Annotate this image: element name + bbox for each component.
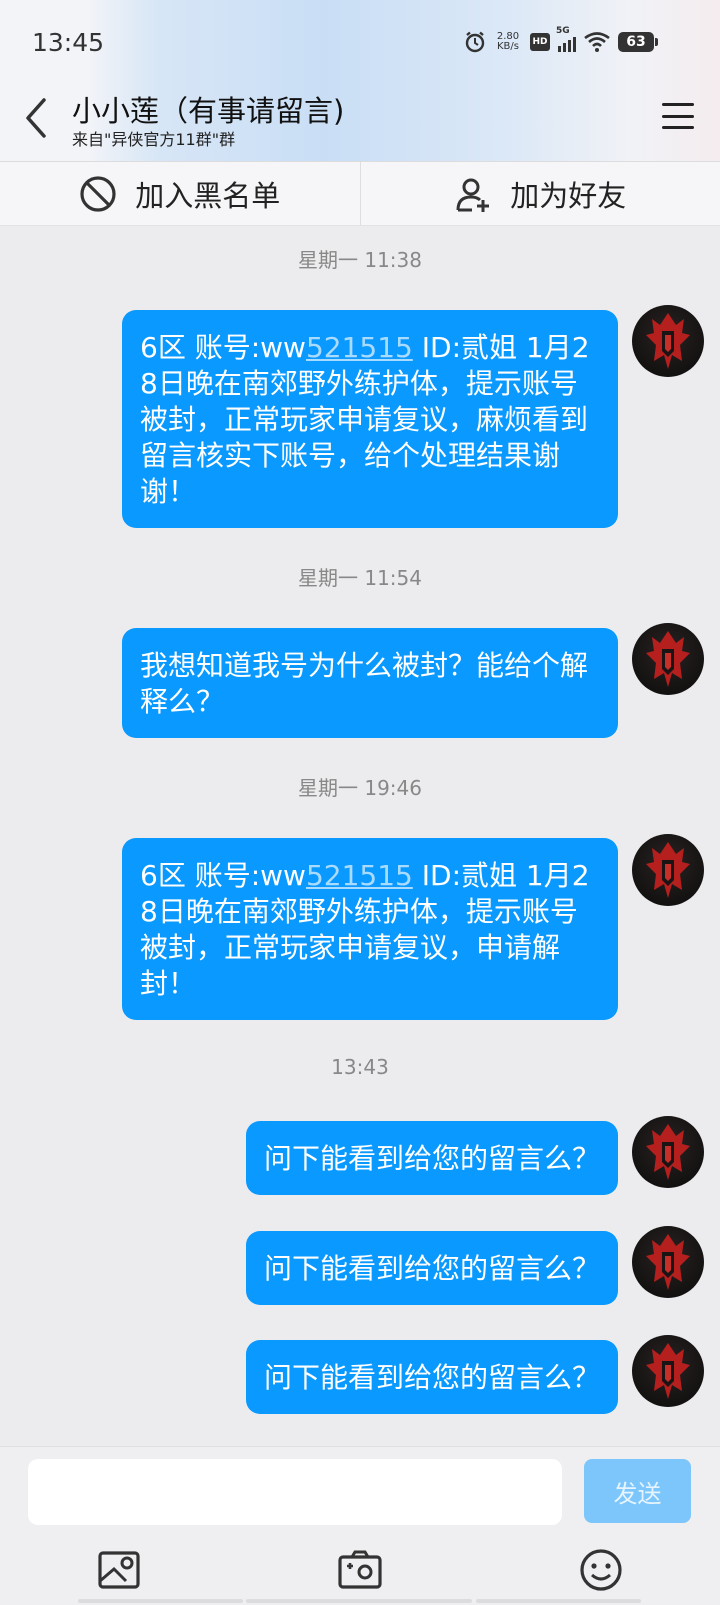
avatar[interactable] xyxy=(632,623,704,695)
hd-badge: HD xyxy=(530,33,550,51)
add-friend-button[interactable]: 加为好友 xyxy=(359,162,720,225)
horde-emblem-icon xyxy=(646,842,690,898)
message-text: 6区 账号:ww xyxy=(140,859,306,892)
add-friend-label: 加为好友 xyxy=(510,178,627,213)
horde-emblem-icon xyxy=(646,313,690,369)
horde-emblem-icon xyxy=(646,1124,690,1180)
add-user-icon xyxy=(456,178,490,212)
message-bubble[interactable]: 问下能看到给您的留言么？ xyxy=(245,1121,618,1195)
message-text: 我想知道我号为什么被封？能给个解释么？ xyxy=(140,649,589,718)
tab-indicator xyxy=(78,1599,243,1603)
horde-emblem-icon xyxy=(646,1234,690,1290)
message-text: 问下能看到给您的留言么？ xyxy=(263,1252,600,1285)
wifi-icon xyxy=(584,32,610,52)
tab-indicator xyxy=(246,1599,472,1603)
timestamp: 星期一 19:46 xyxy=(298,776,422,800)
battery-indicator: 63 xyxy=(618,32,658,52)
send-button[interactable]: 发送 xyxy=(584,1459,691,1523)
timestamp: 星期一 11:54 xyxy=(298,566,422,590)
status-icons: 2.80 KB/s HD 5G 63 xyxy=(464,26,658,56)
menu-button[interactable] xyxy=(662,100,694,132)
composer: 发送 xyxy=(0,1446,720,1605)
horde-emblem-icon xyxy=(646,631,690,687)
avatar[interactable] xyxy=(632,834,704,906)
message-text: 问下能看到给您的留言么？ xyxy=(263,1142,600,1175)
emoji-icon[interactable] xyxy=(578,1547,624,1593)
status-time: 13:45 xyxy=(32,28,105,57)
message-bubble[interactable]: 6区 账号:ww521515 ID:贰姐 1月28日晚在南郊野外练护体，提示账号… xyxy=(122,838,618,1020)
avatar[interactable] xyxy=(632,1335,704,1407)
action-bar: 加入黑名单 加为好友 xyxy=(0,162,720,226)
account-link[interactable]: 521515 xyxy=(306,331,413,364)
alarm-icon xyxy=(465,31,485,53)
back-button[interactable] xyxy=(22,96,52,140)
message-bubble[interactable]: 问下能看到给您的留言么？ xyxy=(245,1340,618,1414)
net-speed: 2.80 KB/s xyxy=(494,32,522,52)
chat-subtitle: 来自"异侠官方11群"群 xyxy=(72,130,236,149)
timestamp: 星期一 11:38 xyxy=(298,248,422,272)
net-speed-unit: KB/s xyxy=(497,41,519,52)
message-text: 6区 账号:ww xyxy=(140,331,306,364)
account-link[interactable]: 521515 xyxy=(306,859,413,892)
header-area: 13:45 2.80 KB/s HD 5G 63 小小莲（有事请留言) 来自"异… xyxy=(0,0,720,162)
tab-indicator xyxy=(476,1599,641,1603)
horde-emblem-icon xyxy=(646,1343,690,1399)
chat-title: 小小莲（有事请留言) xyxy=(72,94,345,128)
avatar[interactable] xyxy=(632,305,704,377)
signal-icon: 5G xyxy=(556,26,576,52)
blacklist-button[interactable]: 加入黑名单 xyxy=(0,162,360,225)
message-text: 问下能看到给您的留言么？ xyxy=(263,1361,600,1394)
hamburger-menu-icon xyxy=(662,103,694,106)
network-type: 5G xyxy=(556,26,570,36)
message-input[interactable] xyxy=(28,1459,562,1525)
blacklist-label: 加入黑名单 xyxy=(135,178,281,213)
avatar[interactable] xyxy=(632,1116,704,1188)
message-bubble[interactable]: 问下能看到给您的留言么？ xyxy=(245,1231,618,1305)
message-bubble[interactable]: 我想知道我号为什么被封？能给个解释么？ xyxy=(122,628,618,738)
timestamp: 13:43 xyxy=(331,1055,389,1079)
avatar[interactable] xyxy=(632,1226,704,1298)
image-icon[interactable] xyxy=(96,1547,142,1593)
block-icon xyxy=(80,175,116,212)
message-bubble[interactable]: 6区 账号:ww521515 ID:贰姐 1月28日晚在南郊野外练护体，提示账号… xyxy=(122,310,618,528)
camera-icon[interactable] xyxy=(337,1547,383,1593)
